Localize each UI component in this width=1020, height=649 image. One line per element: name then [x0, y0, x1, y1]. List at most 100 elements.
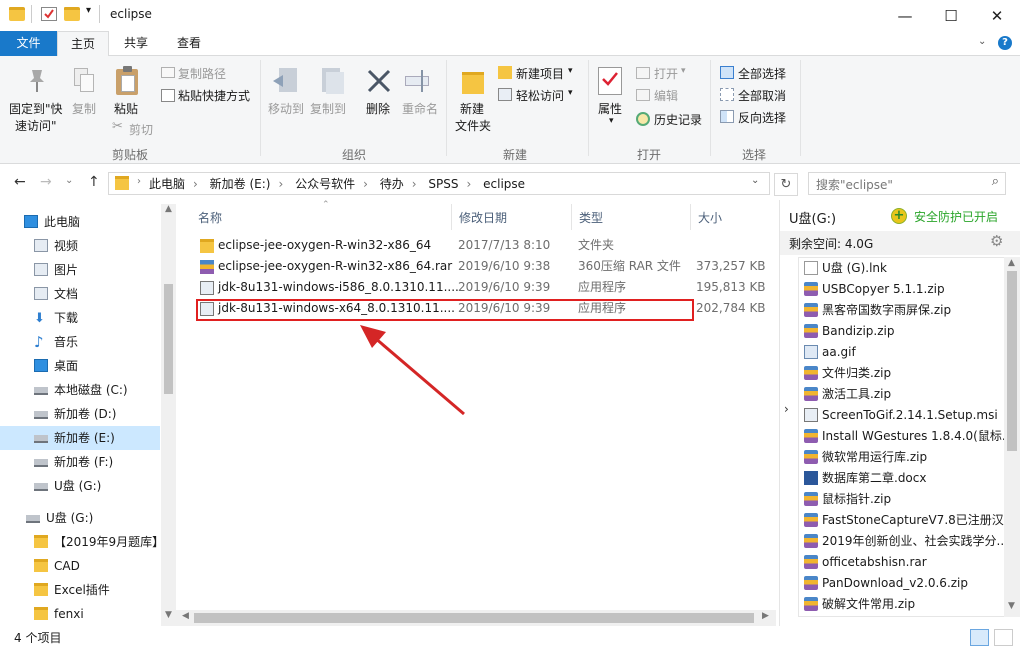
column-header-name[interactable]: 名称 [198, 209, 222, 226]
copy-to-button[interactable]: 复制到 [310, 100, 346, 117]
help-icon[interactable]: ? [998, 36, 1012, 50]
chevron-down-icon[interactable]: ▾ [681, 66, 686, 76]
nav-item[interactable]: 本地磁盘 (C:) [0, 378, 160, 402]
paste-button[interactable]: 粘贴 [114, 100, 138, 117]
list-hscrollbar[interactable]: ◀ ▶ [176, 610, 776, 626]
preview-file-item[interactable]: 激活工具.zip [804, 384, 1004, 405]
cut-button[interactable]: 剪切 [129, 121, 153, 138]
copy-path-button[interactable]: 复制路径 [178, 65, 226, 82]
list-hscroll-thumb[interactable] [194, 613, 754, 623]
nav-scroll-thumb[interactable] [164, 284, 173, 394]
select-none-button[interactable]: 全部取消 [738, 87, 786, 104]
up-arrow-icon[interactable]: ↑ [88, 174, 100, 190]
properties-icon[interactable] [41, 7, 57, 21]
preview-file-item[interactable]: officetabshisn.rar [804, 552, 1004, 573]
open-button[interactable]: 打开 [654, 65, 678, 82]
minimize-button[interactable]: — [882, 0, 928, 31]
close-button[interactable]: ✕ [974, 0, 1020, 31]
preview-file-item[interactable]: 2019年创新创业、社会实践学分... [804, 531, 1004, 552]
tab-home[interactable]: 主页 [57, 31, 109, 57]
search-input[interactable]: 搜索"eclipse" ⌕ [808, 172, 1006, 195]
preview-file-item[interactable]: aa.gif [804, 342, 1004, 363]
nav-item[interactable]: ♪ 音乐 [0, 330, 160, 354]
preview-file-item[interactable]: 文件归类.zip [804, 363, 1004, 384]
tab-share[interactable]: 共享 [111, 31, 161, 56]
pin-quick-access-button[interactable]: 固定到"快 [9, 100, 63, 117]
preview-scroll-thumb[interactable] [1007, 271, 1017, 451]
nav-item[interactable]: 新加卷 (D:) [0, 402, 160, 426]
preview-file-item[interactable]: 数据库第二章.docx [804, 468, 1004, 489]
breadcrumb-item[interactable]: SPSS [428, 177, 458, 191]
easy-access-button[interactable]: 轻松访问 [516, 87, 564, 104]
preview-file-item[interactable]: Install WGestures 1.8.4.0(鼠标... [804, 426, 1004, 447]
column-header-size[interactable]: 大小 [698, 209, 722, 226]
maximize-button[interactable]: ☐ [928, 0, 974, 31]
preview-scrollbar[interactable]: ▲ ▼ [1004, 257, 1020, 617]
edit-button[interactable]: 编辑 [654, 87, 678, 104]
nav-item[interactable]: 此电脑 [0, 210, 160, 234]
delete-button[interactable]: 删除 [366, 100, 390, 117]
nav-item[interactable]: fenxi [0, 602, 160, 626]
rename-button[interactable]: 重命名 [402, 100, 438, 117]
file-row[interactable]: eclipse-jee-oxygen-R-win32-x86_64 2017/7/… [196, 235, 766, 256]
chevron-down-icon[interactable]: ▾ [568, 66, 573, 76]
preview-file-item[interactable]: PanDownload_v2.0.6.zip [804, 573, 1004, 594]
nav-item[interactable]: 文档 [0, 282, 160, 306]
file-row[interactable]: eclipse-jee-oxygen-R-win32-x86_64.rar 201… [196, 256, 766, 277]
nav-item[interactable]: 新加卷 (E:) [0, 426, 160, 450]
chevron-down-icon[interactable]: ▾ [568, 88, 573, 98]
copy-button[interactable]: 复制 [72, 100, 96, 117]
preview-file-item[interactable]: 鼠标指针.zip [804, 489, 1004, 510]
column-header-type[interactable]: 类型 [579, 209, 603, 226]
nav-item[interactable]: CAD [0, 554, 160, 578]
nav-item[interactable]: 【2019年9月题库】 [0, 530, 164, 554]
protection-status[interactable]: 安全防护已开启 [914, 208, 998, 225]
back-arrow-icon[interactable]: ← [14, 174, 26, 190]
move-to-button[interactable]: 移动到 [268, 100, 304, 117]
recent-dropdown-icon[interactable]: ⌄ [65, 175, 73, 186]
address-dropdown-icon[interactable]: ⌄ [751, 175, 759, 186]
breadcrumb-item[interactable]: 新加卷 (E:) [210, 177, 271, 191]
new-folder-icon[interactable] [64, 7, 80, 21]
gear-icon[interactable]: ⚙ [990, 232, 1003, 250]
preview-file-item[interactable]: ScreenToGif.2.14.1.Setup.msi [804, 405, 1004, 426]
column-header-modified[interactable]: 修改日期 [459, 209, 507, 226]
preview-file-item[interactable]: U盘 (G).lnk [804, 258, 1004, 279]
file-row[interactable]: jdk-8u131-windows-i586_8.0.1310.11.... 20… [196, 277, 766, 298]
refresh-icon[interactable]: ↻ [774, 173, 798, 196]
paste-shortcut-button[interactable]: 粘贴快捷方式 [178, 87, 250, 104]
breadcrumb-item[interactable]: eclipse [483, 177, 525, 191]
preview-file-item[interactable]: USBCopyer 5.1.1.zip [804, 279, 1004, 300]
tab-file[interactable]: 文件 [0, 31, 57, 56]
chevron-down-icon[interactable]: ▾ [86, 5, 91, 16]
breadcrumb-item[interactable]: 此电脑 [149, 177, 185, 191]
new-item-button[interactable]: 新建项目 [516, 65, 564, 82]
expand-arrow-icon[interactable]: › [784, 402, 789, 416]
preview-file-item[interactable]: 黑客帝国数字雨屏保.zip [804, 300, 1004, 321]
details-view-icon[interactable] [970, 629, 989, 646]
nav-item[interactable]: Excel插件 [0, 578, 160, 602]
nav-scrollbar[interactable]: ▲ ▼ [161, 204, 176, 626]
new-folder-button[interactable]: 新建 [460, 100, 484, 117]
nav-item[interactable]: ⬇ 下载 [0, 306, 160, 330]
nav-item[interactable]: 图片 [0, 258, 160, 282]
preview-file-item[interactable]: 微软常用运行库.zip [804, 447, 1004, 468]
forward-arrow-icon[interactable]: → [40, 174, 52, 190]
history-button[interactable]: 历史记录 [654, 111, 702, 128]
preview-file-item[interactable]: FastStoneCaptureV7.8已注册汉... [804, 510, 1004, 531]
properties-button[interactable]: 属性 [598, 100, 622, 117]
chevron-down-icon[interactable]: ▾ [609, 116, 614, 126]
select-all-button[interactable]: 全部选择 [738, 65, 786, 82]
nav-item[interactable]: 新加卷 (F:) [0, 450, 160, 474]
preview-file-item[interactable]: 破解文件常用.zip [804, 594, 1004, 615]
large-icons-view-icon[interactable] [994, 629, 1013, 646]
nav-item[interactable]: 视频 [0, 234, 160, 258]
breadcrumb-item[interactable]: 待办 [380, 177, 404, 191]
preview-file-item[interactable]: Bandizip.zip [804, 321, 1004, 342]
address-box[interactable]: › 此电脑 › 新加卷 (E:) › 公众号软件 › 待办 › SPSS › eclips… [108, 172, 770, 195]
breadcrumb-item[interactable]: 公众号软件 [295, 177, 355, 191]
nav-item[interactable]: 桌面 [0, 354, 160, 378]
chevron-down-icon[interactable]: ⌄ [978, 36, 986, 47]
invert-selection-button[interactable]: 反向选择 [738, 109, 786, 126]
nav-item[interactable]: U盘 (G:) [0, 506, 160, 530]
